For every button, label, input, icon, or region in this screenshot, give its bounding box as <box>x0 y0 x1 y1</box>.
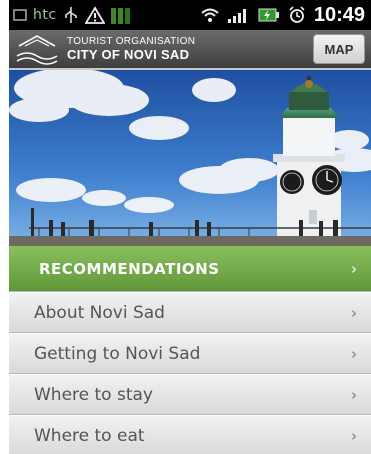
alarm-icon <box>288 6 306 24</box>
warning-icon <box>84 6 105 24</box>
map-button[interactable]: MAP <box>313 34 365 64</box>
menu-item-where-to-stay[interactable]: Where to stay › <box>9 374 371 415</box>
status-bar: htc 10:49 <box>9 0 371 30</box>
org-line-2: CITY OF NOVI SAD <box>67 47 190 62</box>
menu-item-label: Getting to Novi Sad <box>34 343 201 364</box>
clock-time: 10:49 <box>313 3 365 26</box>
sim-icon <box>13 8 27 22</box>
cell-signal-icon <box>227 7 250 23</box>
chevron-right-icon: › <box>351 345 357 363</box>
chevron-right-icon: › <box>351 260 357 278</box>
menu-item-label: Where to eat <box>34 425 145 446</box>
chevron-right-icon: › <box>351 386 357 404</box>
menu-item-where-to-eat[interactable]: Where to eat › <box>9 415 371 454</box>
usb-icon <box>63 6 79 24</box>
battery-charging-icon <box>258 8 280 22</box>
org-line-1: TOURIST ORGANISATION <box>67 36 196 47</box>
app-header: TOURIST ORGANISATION CITY OF NOVI SAD MA… <box>9 30 371 70</box>
menu-item-recommendations[interactable]: RECOMMENDATIONS › <box>9 246 371 292</box>
menu-item-label: RECOMMENDATIONS <box>39 259 220 278</box>
phone-screen: htc 10:49 TOURIST ORGANISATION CITY OF N… <box>9 0 371 454</box>
main-menu: RECOMMENDATIONS › About Novi Sad › Getti… <box>9 246 371 454</box>
chevron-right-icon: › <box>351 427 357 445</box>
novi-sad-logo-icon <box>13 32 61 66</box>
menu-item-about-novi-sad[interactable]: About Novi Sad › <box>9 292 371 333</box>
chevron-right-icon: › <box>351 304 357 322</box>
wifi-icon <box>200 7 220 23</box>
organisation-title: TOURIST ORGANISATION CITY OF NOVI SAD <box>67 36 196 62</box>
hero-image <box>9 70 371 246</box>
menu-item-label: Where to stay <box>34 384 153 405</box>
signal-bars-icon <box>110 6 133 24</box>
carrier-label: htc <box>33 7 57 23</box>
menu-item-label: About Novi Sad <box>34 302 165 323</box>
menu-item-getting-to-novi-sad[interactable]: Getting to Novi Sad › <box>9 333 371 374</box>
